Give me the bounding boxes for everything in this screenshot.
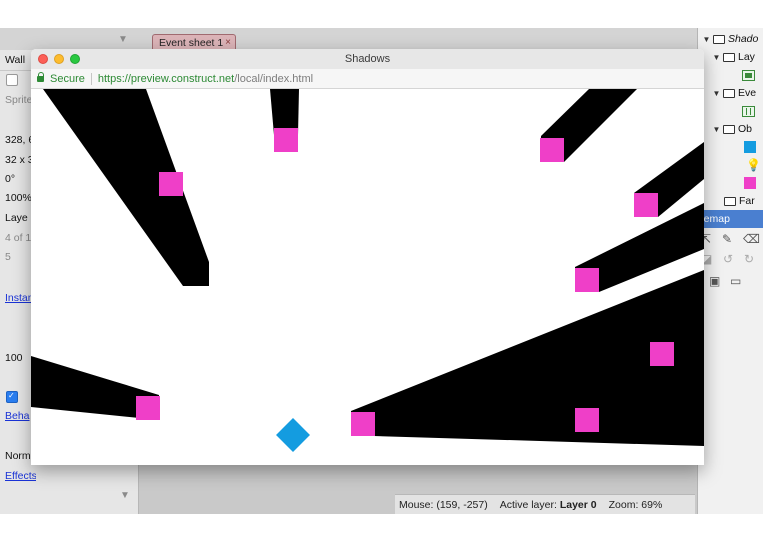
window-titlebar: Shadows (31, 49, 704, 70)
rotate-right-icon[interactable]: ↻ (744, 252, 754, 266)
zoom-level: Zoom: 69% (608, 498, 663, 511)
status-bar: Mouse: (159, -257) Active layer: Layer 0… (395, 494, 695, 514)
url-origin: https://preview.construct.net (97, 72, 235, 85)
layouts-label: Lay (738, 51, 755, 63)
editor-tab-strip (0, 28, 763, 51)
game-scene (31, 89, 704, 452)
address-bar[interactable]: Secure https://preview.construct.net/loc… (31, 69, 704, 89)
active-layer-value: Layer 0 (559, 498, 597, 511)
folder-icon (713, 34, 725, 44)
window-title: Shadows (344, 53, 391, 65)
families-label: Far (739, 195, 755, 207)
save-icon[interactable]: ▣ (709, 274, 720, 288)
player-sprite (276, 418, 310, 452)
wall-block (136, 396, 160, 420)
expand-triangle-icon[interactable]: ▼ (712, 53, 721, 62)
divider (90, 72, 92, 85)
wall-block (634, 193, 658, 217)
rotate-left-icon[interactable]: ↺ (723, 252, 733, 266)
active-layer-label: Active layer: (499, 498, 557, 511)
effects-link[interactable]: Effects (0, 470, 36, 482)
tab-event-sheet[interactable]: Event sheet 1 × (152, 34, 236, 50)
wall-block (540, 138, 564, 162)
tree-item-families[interactable]: Far (722, 192, 755, 210)
object-types-label: Ob (738, 123, 753, 135)
tilemap-panel-header: ilemap (697, 210, 763, 228)
project-panel: ▼ Shado ▼ Lay ▼ Eve ▼ Ob 💡 Far (697, 28, 763, 514)
lock-icon (37, 71, 44, 83)
tree-item-light-object[interactable]: 💡 (746, 156, 761, 174)
tree-item-project[interactable]: ▼ Shado (702, 30, 759, 48)
shadow-polygon (43, 89, 209, 286)
expand-triangle-icon[interactable]: ▼ (712, 125, 721, 134)
tree-item-layouts[interactable]: ▼ Lay (712, 48, 755, 66)
tree-item-event-sheets[interactable]: ▼ Eve (712, 84, 757, 102)
property-checkbox-1[interactable] (6, 74, 18, 86)
pencil-tool-icon[interactable]: ✎ (722, 232, 732, 246)
tree-item-event-sheet-1[interactable] (742, 102, 755, 120)
wall-block (159, 172, 183, 196)
chevron-down-icon[interactable]: ▼ (120, 490, 130, 501)
light-bulb-icon: 💡 (746, 158, 761, 172)
event-sheets-label: Eve (738, 87, 757, 99)
event-sheet-icon (742, 105, 755, 117)
property-checkbox-2[interactable] (6, 391, 18, 403)
folder-icon (724, 196, 736, 206)
expand-triangle-icon[interactable]: ▼ (702, 35, 711, 44)
wall-block (575, 408, 599, 432)
layout-icon (742, 69, 755, 81)
tab-event-sheet-label: Event sheet 1 (159, 36, 224, 49)
player-sprite-icon (744, 141, 756, 153)
wall-block (575, 268, 599, 292)
game-canvas[interactable] (31, 89, 704, 465)
folder-icon (723, 88, 735, 98)
open-folder-icon[interactable]: ▭ (730, 274, 741, 288)
wall-block (274, 128, 298, 152)
project-name: Shado (728, 33, 759, 45)
wall-block (351, 412, 375, 436)
close-icon[interactable]: × (225, 37, 231, 48)
wall-block (650, 342, 674, 366)
tree-item-object-types[interactable]: ▼ Ob (712, 120, 752, 138)
url-path: /local/index.html (234, 72, 314, 85)
mouse-coordinates: Mouse: (159, -257) (399, 498, 488, 511)
tree-item-layout-1[interactable] (742, 66, 755, 84)
tree-item-wall-object[interactable] (744, 174, 756, 192)
wall-sprite-icon (744, 177, 756, 189)
active-layer-status: Active layer: Layer 0 (500, 499, 597, 511)
expand-triangle-icon[interactable]: ▼ (712, 89, 721, 98)
secure-label: Secure (50, 72, 85, 85)
chevron-down-icon[interactable]: ▼ (118, 34, 128, 45)
preview-window: Shadows Secure https://preview.construct… (31, 49, 704, 465)
eraser-tool-icon[interactable]: ⌫ (743, 232, 760, 246)
folder-icon (723, 52, 735, 62)
tree-item-player-object[interactable] (744, 138, 756, 156)
folder-icon (723, 124, 735, 134)
